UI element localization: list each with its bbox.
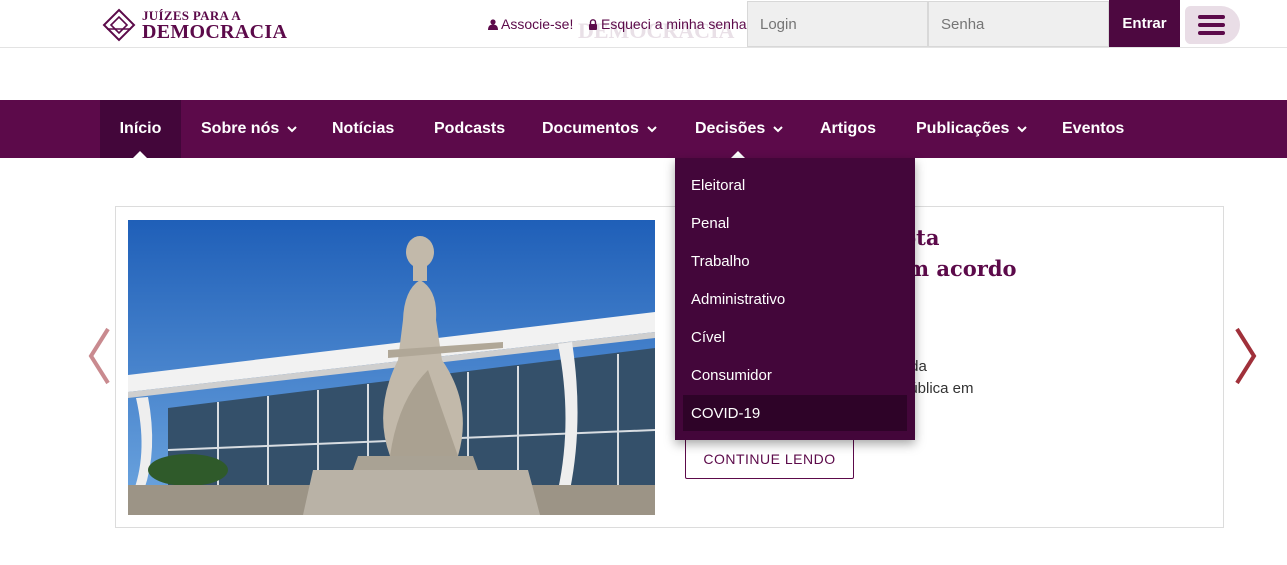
nav-noticias-label: Notícias (332, 120, 395, 137)
dropdown-item-covid19[interactable]: COVID-19 (683, 395, 907, 431)
nav-publicacoes[interactable]: Publicações (916, 100, 1028, 158)
senha-input[interactable] (928, 1, 1109, 47)
nav-podcasts[interactable]: Podcasts (434, 100, 505, 158)
arrow-left-icon[interactable] (86, 326, 112, 386)
nav-eventos[interactable]: Eventos (1062, 100, 1124, 158)
entrar-button[interactable]: Entrar (1109, 0, 1180, 47)
associe-label: Associe-se! (501, 16, 574, 32)
top-bar: JUÍZES PARA A DEMOCRACIA DEMOCRACIA Asso… (0, 0, 1287, 48)
nav-podcasts-label: Podcasts (434, 120, 506, 137)
nav-inicio-label: Início (119, 120, 162, 137)
nav-artigos-label: Artigos (820, 120, 876, 137)
nav-documentos[interactable]: Documentos (542, 100, 657, 158)
arrow-right-icon[interactable] (1233, 326, 1259, 386)
nav-inicio[interactable]: Início (100, 100, 181, 158)
logo-mark-icon (102, 8, 136, 42)
esqueci-senha-link[interactable]: Esqueci a minha senha (588, 16, 747, 32)
nav-sobre-label: Sobre nós (201, 120, 280, 137)
logo-line2: DEMOCRACIA (142, 21, 288, 43)
site-logo[interactable]: JUÍZES PARA A DEMOCRACIA (102, 8, 287, 44)
open-caret-icon (731, 151, 745, 158)
nav-decisoes-label: Decisões (695, 120, 766, 137)
associe-link[interactable]: Associe-se! (488, 16, 573, 32)
chevron-down-icon (287, 125, 297, 132)
nav-sobre[interactable]: Sobre nós (201, 100, 297, 158)
chevron-down-icon (773, 125, 783, 132)
nav-publicacoes-label: Publicações (916, 120, 1010, 137)
continue-reading-button[interactable]: CONTINUE LENDO (685, 438, 854, 479)
chevron-down-icon (1017, 125, 1028, 132)
nav-decisoes[interactable]: Decisões (695, 100, 783, 158)
lock-icon (589, 18, 597, 30)
main-nav: Início Sobre nós Notícias Podcasts Docum… (0, 100, 1287, 158)
user-icon (488, 18, 498, 30)
hamburger-icon[interactable] (1185, 6, 1240, 44)
chevron-down-icon (647, 125, 657, 132)
esqueci-label: Esqueci a minha senha (601, 16, 747, 32)
nav-noticias[interactable]: Notícias (332, 100, 394, 158)
dropdown-item-civel[interactable]: Cível (683, 319, 907, 355)
active-caret-icon (133, 151, 147, 158)
nav-documentos-label: Documentos (542, 120, 639, 137)
decisoes-dropdown-menu: Eleitoral Penal Trabalho Administrativo … (675, 158, 915, 440)
dropdown-item-penal[interactable]: Penal (683, 205, 907, 241)
dropdown-item-eleitoral[interactable]: Eleitoral (683, 167, 907, 203)
dropdown-item-consumidor[interactable]: Consumidor (683, 357, 907, 393)
nav-artigos[interactable]: Artigos (820, 100, 876, 158)
nav-eventos-label: Eventos (1062, 120, 1125, 137)
dropdown-item-administrativo[interactable]: Administrativo (683, 281, 907, 317)
dropdown-item-trabalho[interactable]: Trabalho (683, 243, 907, 279)
featured-photo[interactable] (128, 220, 655, 515)
login-input[interactable] (747, 1, 928, 47)
